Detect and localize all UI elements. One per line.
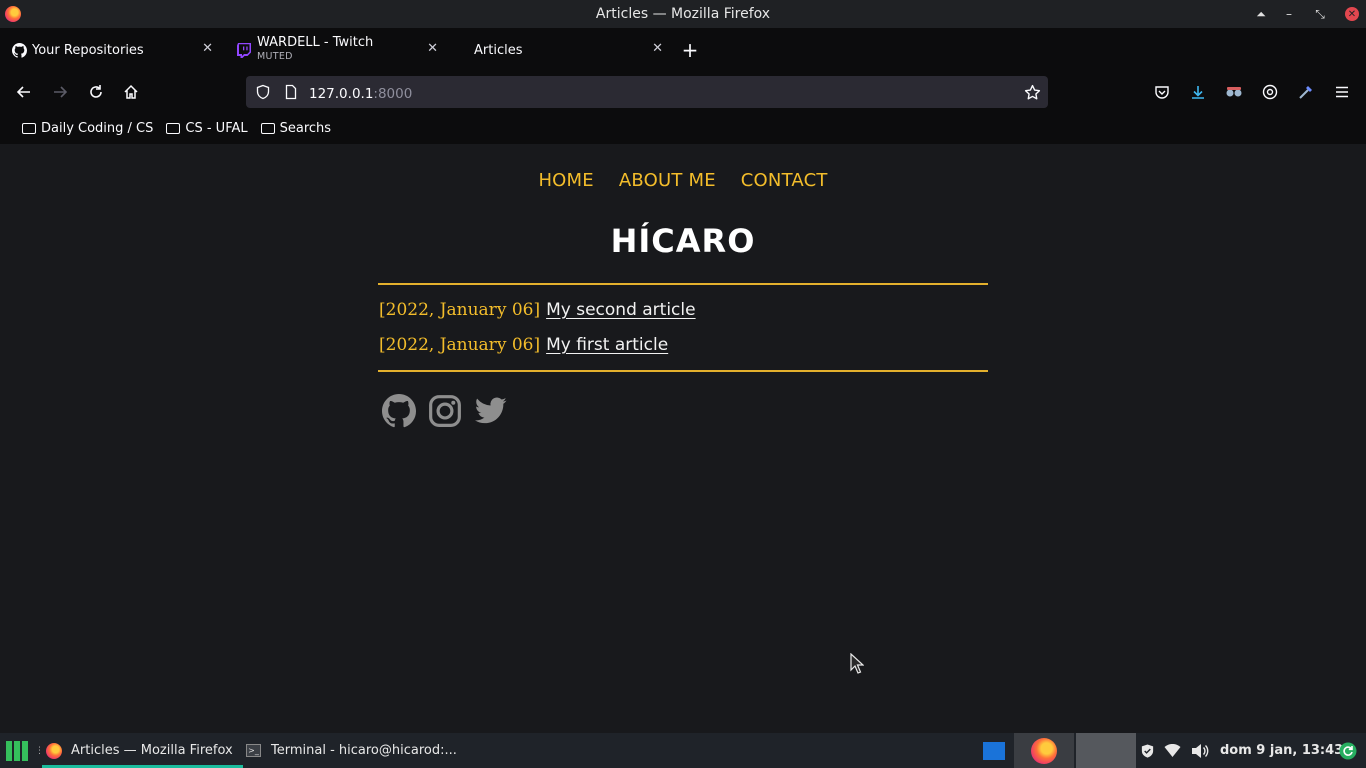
github-icon[interactable] — [382, 394, 417, 428]
tab-strip: Your Repositories ✕ WARDELL - Twitch MUT… — [0, 28, 1366, 72]
tab-articles[interactable]: Articles ✕ — [450, 28, 675, 72]
tab-your-repositories[interactable]: Your Repositories ✕ — [0, 28, 225, 72]
social-links — [382, 394, 508, 428]
restore-button[interactable]: ⤡ — [1305, 0, 1335, 28]
page-content: HOME ABOUT ME CONTACT HÍCARO [2022, Janu… — [0, 144, 1366, 733]
taskbar-window-label: Articles — Mozilla Firefox — [71, 743, 233, 758]
terminal-icon: >_ — [246, 744, 261, 757]
firefox-icon — [1031, 737, 1057, 764]
security-shield-icon[interactable] — [1140, 733, 1155, 768]
extension-icon[interactable] — [1222, 80, 1246, 104]
reload-button[interactable] — [84, 80, 108, 104]
account-icon[interactable] — [1258, 80, 1282, 104]
url-host: 127.0.0.1 — [309, 85, 374, 102]
bookmark-star-icon[interactable] — [1024, 84, 1041, 101]
bookmark-label: Daily Coding / CS — [41, 120, 154, 136]
url-bar[interactable]: 127.0.0.1:8000 — [246, 76, 1048, 108]
twitter-icon[interactable] — [474, 394, 508, 428]
minimize-button[interactable]: – — [1274, 0, 1304, 28]
folder-icon — [22, 122, 36, 134]
home-button[interactable] — [119, 80, 143, 104]
article-link[interactable]: My second article — [546, 300, 696, 320]
bookmark-folder-cs-ufal[interactable]: CS - UFAL — [166, 120, 248, 136]
tab-title: Your Repositories — [32, 42, 144, 58]
volume-icon[interactable] — [1191, 733, 1209, 768]
clock[interactable]: dom 9 jan, 13:43 — [1220, 733, 1343, 768]
navigation-toolbar: 127.0.0.1:8000 — [0, 72, 1366, 112]
article-item: [2022, January 06] My first article — [379, 335, 668, 355]
article-date: [2022, January 06] — [379, 300, 541, 320]
workspace-1[interactable] — [1014, 733, 1074, 768]
forward-button[interactable] — [48, 80, 72, 104]
nav-about-link[interactable]: ABOUT ME — [619, 170, 716, 191]
tab-twitch[interactable]: WARDELL - Twitch MUTED ✕ — [225, 28, 450, 72]
hamburger-menu-icon[interactable] — [1330, 80, 1354, 104]
workspace-2[interactable] — [1076, 733, 1136, 768]
nav-contact-link[interactable]: CONTACT — [741, 170, 828, 191]
pocket-icon[interactable] — [1150, 80, 1174, 104]
window-titlebar: Articles — Mozilla Firefox ⏶ – ⤡ ✕ — [0, 0, 1366, 28]
tracking-protection-icon[interactable] — [255, 84, 271, 100]
desktop-pager-icon[interactable] — [983, 733, 1005, 768]
firefox-icon — [46, 742, 62, 759]
article-date: [2022, January 06] — [379, 335, 541, 355]
close-window-button[interactable]: ✕ — [1337, 0, 1366, 28]
bookmark-folder-searchs[interactable]: Searchs — [260, 120, 332, 136]
tab-close-icon[interactable]: ✕ — [652, 41, 663, 56]
window-title: Articles — Mozilla Firefox — [595, 6, 771, 22]
taskbar-window-firefox[interactable]: Articles — Mozilla Firefox — [46, 733, 233, 768]
tab-title: WARDELL - Twitch — [257, 35, 374, 50]
article-link[interactable]: My first article — [546, 335, 668, 355]
tab-close-icon[interactable]: ✕ — [427, 41, 438, 56]
divider-top — [378, 283, 988, 285]
page-info-icon[interactable] — [283, 84, 299, 100]
new-tab-button[interactable]: + — [675, 28, 705, 72]
firefox-icon — [5, 6, 21, 22]
folder-icon — [260, 122, 275, 134]
article-item: [2022, January 06] My second article — [379, 300, 696, 320]
instagram-icon[interactable] — [428, 394, 462, 428]
site-nav: HOME ABOUT ME CONTACT — [0, 170, 1366, 191]
mouse-cursor-icon — [850, 653, 864, 674]
folder-icon — [166, 122, 181, 134]
divider-bottom — [378, 370, 988, 372]
taskbar-separator: ⋮ — [35, 745, 44, 756]
tab-title: Articles — [474, 42, 523, 58]
bookmark-folder-daily-coding[interactable]: Daily Coding / CS — [22, 121, 153, 136]
wifi-icon[interactable] — [1164, 733, 1181, 768]
github-icon — [11, 42, 27, 58]
site-title: HÍCARO — [610, 222, 756, 260]
tab-muted-label: MUTED — [257, 51, 293, 62]
taskbar-window-label: Terminal - hicaro@hicarod:... — [271, 743, 457, 758]
back-button[interactable] — [12, 80, 36, 104]
app-menu-icon[interactable] — [4, 733, 30, 768]
tab-close-icon[interactable]: ✕ — [202, 41, 213, 56]
taskbar-window-terminal[interactable]: >_ Terminal - hicaro@hicarod:... — [246, 733, 457, 768]
bookmarks-toolbar: Daily Coding / CS CS - UFAL Searchs — [0, 112, 1366, 144]
downloads-icon[interactable] — [1186, 80, 1210, 104]
system-taskbar: ⋮ Articles — Mozilla Firefox >_ Terminal… — [0, 733, 1366, 768]
keep-above-icon[interactable]: ⏶ — [1246, 0, 1276, 28]
bookmark-label: Searchs — [279, 120, 332, 136]
twitch-icon — [236, 42, 252, 58]
url-port: :8000 — [373, 85, 413, 102]
update-notifier-icon[interactable] — [1339, 733, 1357, 768]
color-picker-icon[interactable] — [1294, 80, 1318, 104]
bookmark-label: CS - UFAL — [185, 120, 248, 136]
nav-home-link[interactable]: HOME — [538, 170, 593, 191]
